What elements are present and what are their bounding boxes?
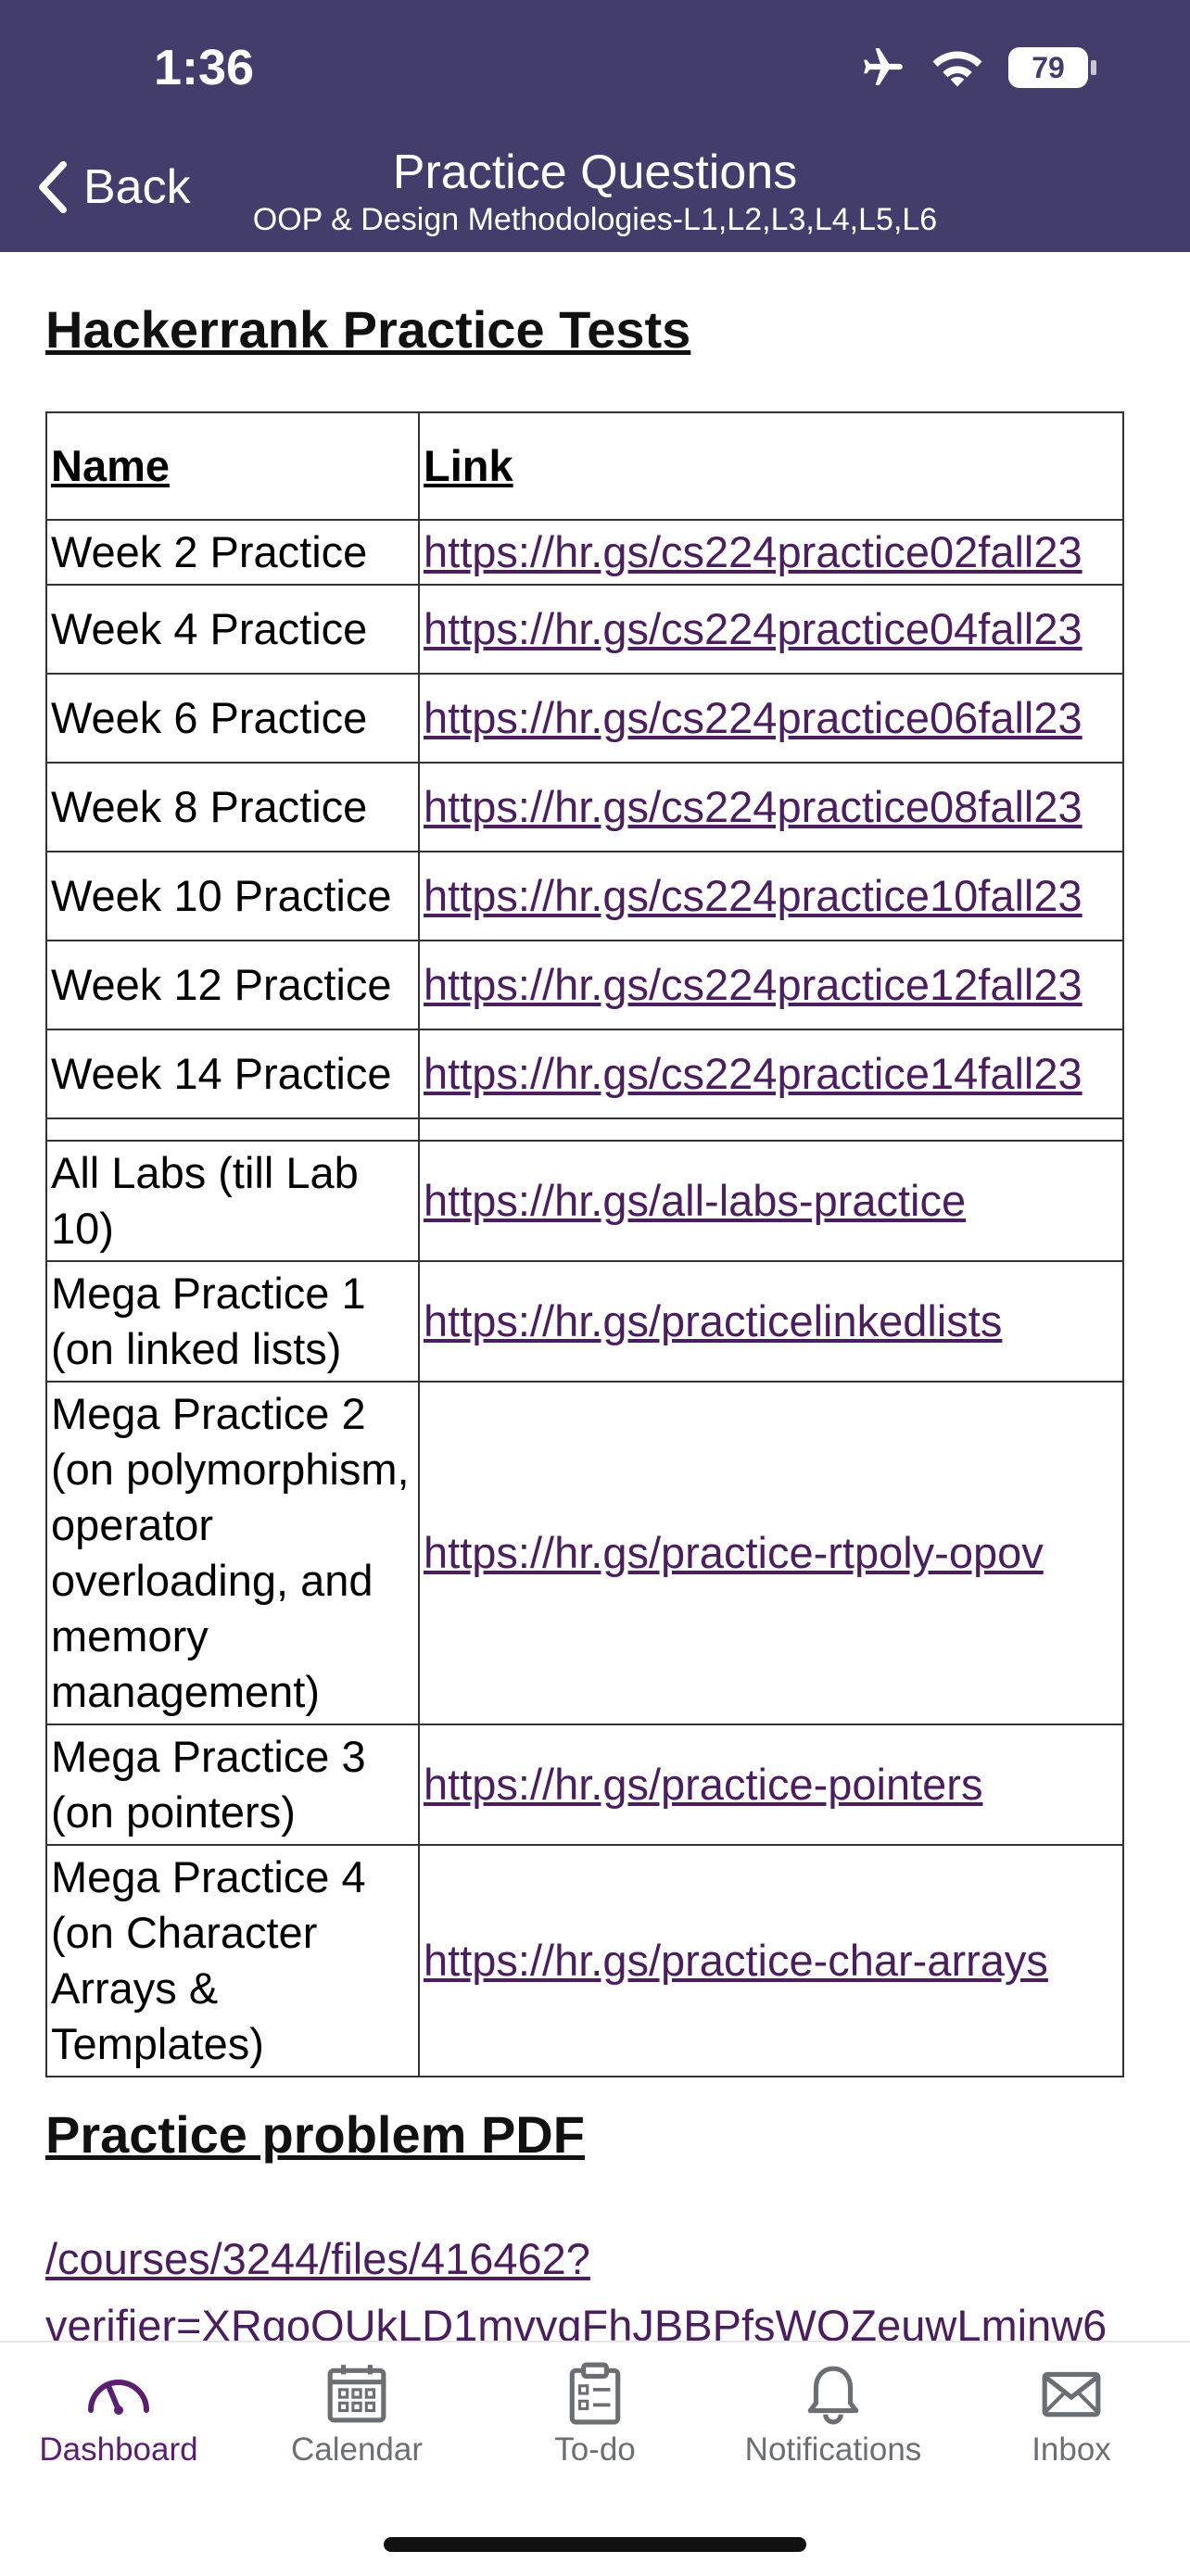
- row-link-cell: https://hr.gs/practice-rtpoly-opov: [418, 1381, 1124, 1725]
- practice-table: Name Link Week 2 Practice https://hr.gs/…: [45, 411, 1124, 2077]
- practice-link[interactable]: https://hr.gs/cs224practice04fall23: [424, 604, 1082, 653]
- table-spacer-row: [45, 1118, 1124, 1142]
- pdf-file-link[interactable]: /courses/3244/files/416462? verifier=XRg…: [45, 2226, 1190, 2359]
- battery-indicator: 79: [1008, 47, 1096, 88]
- status-time: 1:36: [154, 40, 255, 95]
- tab-label: Calendar: [290, 2431, 424, 2468]
- tab-calendar[interactable]: Calendar: [238, 2361, 475, 2469]
- table-row: Week 2 Practice https://hr.gs/cs224pract…: [45, 519, 1124, 586]
- practice-link[interactable]: https://hr.gs/practicelinkedlists: [424, 1296, 1002, 1345]
- row-link-cell: https://hr.gs/all-labs-practice: [418, 1140, 1124, 1262]
- row-name: Mega Practice 4 (on Character Arrays & T…: [45, 1844, 420, 2077]
- table-row: Week 4 Practice https://hr.gs/cs224pract…: [45, 584, 1124, 675]
- row-name: Week 6 Practice: [45, 673, 420, 764]
- table-row: Week 8 Practice https://hr.gs/cs224pract…: [45, 762, 1124, 852]
- tab-label: Inbox: [1032, 2431, 1111, 2468]
- column-header-name: Name: [45, 411, 420, 521]
- empty-cell: [45, 1118, 420, 1142]
- table-row: Week 6 Practice https://hr.gs/cs224pract…: [45, 673, 1124, 764]
- table-row: Mega Practice 3 (on pointers) https://hr…: [45, 1724, 1124, 1846]
- row-link-cell: https://hr.gs/practice-pointers: [418, 1724, 1124, 1846]
- row-name: Mega Practice 1 (on linked lists): [45, 1260, 420, 1383]
- table-row: All Labs (till Lab 10) https://hr.gs/all…: [45, 1140, 1124, 1262]
- row-name: Week 8 Practice: [45, 762, 420, 852]
- table-row: Mega Practice 1 (on linked lists) https:…: [45, 1260, 1124, 1383]
- pdf-link-line-1: /courses/3244/files/416462?: [45, 2234, 590, 2283]
- table-row: Week 14 Practice https://hr.gs/cs224prac…: [45, 1029, 1124, 1119]
- row-link-cell: https://hr.gs/cs224practice10fall23: [418, 851, 1124, 941]
- row-name: All Labs (till Lab 10): [45, 1140, 420, 1262]
- practice-link[interactable]: https://hr.gs/cs224practice10fall23: [424, 871, 1082, 920]
- tab-label: Dashboard: [39, 2431, 198, 2468]
- practice-link[interactable]: https://hr.gs/cs224practice12fall23: [424, 960, 1082, 1009]
- calendar-icon: [327, 2365, 386, 2423]
- tab-notifications[interactable]: Notifications: [715, 2361, 952, 2469]
- row-link-cell: https://hr.gs/cs224practice02fall23: [418, 519, 1124, 586]
- row-link-cell: https://hr.gs/cs224practice12fall23: [418, 940, 1124, 1030]
- row-link-cell: https://hr.gs/cs224practice14fall23: [418, 1029, 1124, 1119]
- row-name: Week 14 Practice: [45, 1029, 420, 1119]
- practice-link[interactable]: https://hr.gs/cs224practice08fall23: [424, 782, 1082, 831]
- practice-link[interactable]: https://hr.gs/cs224practice06fall23: [424, 693, 1082, 742]
- section-heading-hackerrank: Hackerrank Practice Tests: [45, 300, 691, 359]
- row-link-cell: https://hr.gs/practicelinkedlists: [418, 1260, 1124, 1383]
- home-indicator[interactable]: [384, 2537, 806, 2552]
- practice-link[interactable]: https://hr.gs/cs224practice02fall23: [424, 527, 1082, 576]
- page-title: Practice Questions: [392, 145, 798, 199]
- row-name: Week 10 Practice: [45, 851, 420, 941]
- table-header-row: Name Link: [45, 411, 1124, 521]
- practice-link[interactable]: https://hr.gs/cs224practice14fall23: [424, 1049, 1082, 1098]
- row-link-cell: https://hr.gs/practice-char-arrays: [418, 1844, 1124, 2077]
- section-heading-pdf: Practice problem PDF: [45, 2105, 585, 2164]
- table-row: Week 10 Practice https://hr.gs/cs224prac…: [45, 851, 1124, 941]
- row-link-cell: https://hr.gs/cs224practice06fall23: [418, 673, 1124, 764]
- page-subtitle: OOP & Design Methodologies-L1,L2,L3,L4,L…: [252, 202, 938, 237]
- top-bar: 1:36 79 Back Practice Questions OOP & De…: [0, 0, 1190, 252]
- airplane-icon: [864, 48, 903, 85]
- row-link-cell: https://hr.gs/cs224practice04fall23: [418, 584, 1124, 675]
- table-row: Week 12 Practice https://hr.gs/cs224prac…: [45, 940, 1124, 1030]
- empty-cell: [418, 1118, 1124, 1142]
- table-row: Mega Practice 2 (on polymorphism, operat…: [45, 1381, 1124, 1725]
- status-icons: 79: [860, 44, 1096, 91]
- tab-label: To-do: [554, 2431, 636, 2468]
- tab-todo[interactable]: To-do: [476, 2361, 714, 2469]
- mail-icon: [1042, 2371, 1101, 2418]
- row-name: Week 2 Practice: [45, 519, 420, 586]
- wifi-icon: [932, 51, 982, 87]
- tab-dashboard[interactable]: Dashboard: [0, 2361, 237, 2469]
- todo-icon: [569, 2362, 621, 2425]
- row-link-cell: https://hr.gs/cs224practice08fall23: [418, 762, 1124, 852]
- practice-link[interactable]: https://hr.gs/practice-rtpoly-opov: [424, 1528, 1044, 1577]
- dashboard-icon: [88, 2380, 149, 2415]
- table-row: Mega Practice 4 (on Character Arrays & T…: [45, 1844, 1124, 2077]
- practice-link[interactable]: https://hr.gs/all-labs-practice: [424, 1176, 966, 1225]
- bell-icon: [807, 2366, 859, 2425]
- tab-label: Notifications: [744, 2431, 922, 2468]
- row-name: Mega Practice 3 (on pointers): [45, 1724, 420, 1846]
- practice-link[interactable]: https://hr.gs/practice-pointers: [424, 1760, 982, 1809]
- row-name: Week 4 Practice: [45, 584, 420, 675]
- row-name: Week 12 Practice: [45, 940, 420, 1030]
- practice-link[interactable]: https://hr.gs/practice-char-arrays: [424, 1936, 1048, 1985]
- row-name: Mega Practice 2 (on polymorphism, operat…: [45, 1381, 420, 1725]
- tab-inbox[interactable]: Inbox: [953, 2361, 1190, 2469]
- column-header-link: Link: [418, 411, 1124, 521]
